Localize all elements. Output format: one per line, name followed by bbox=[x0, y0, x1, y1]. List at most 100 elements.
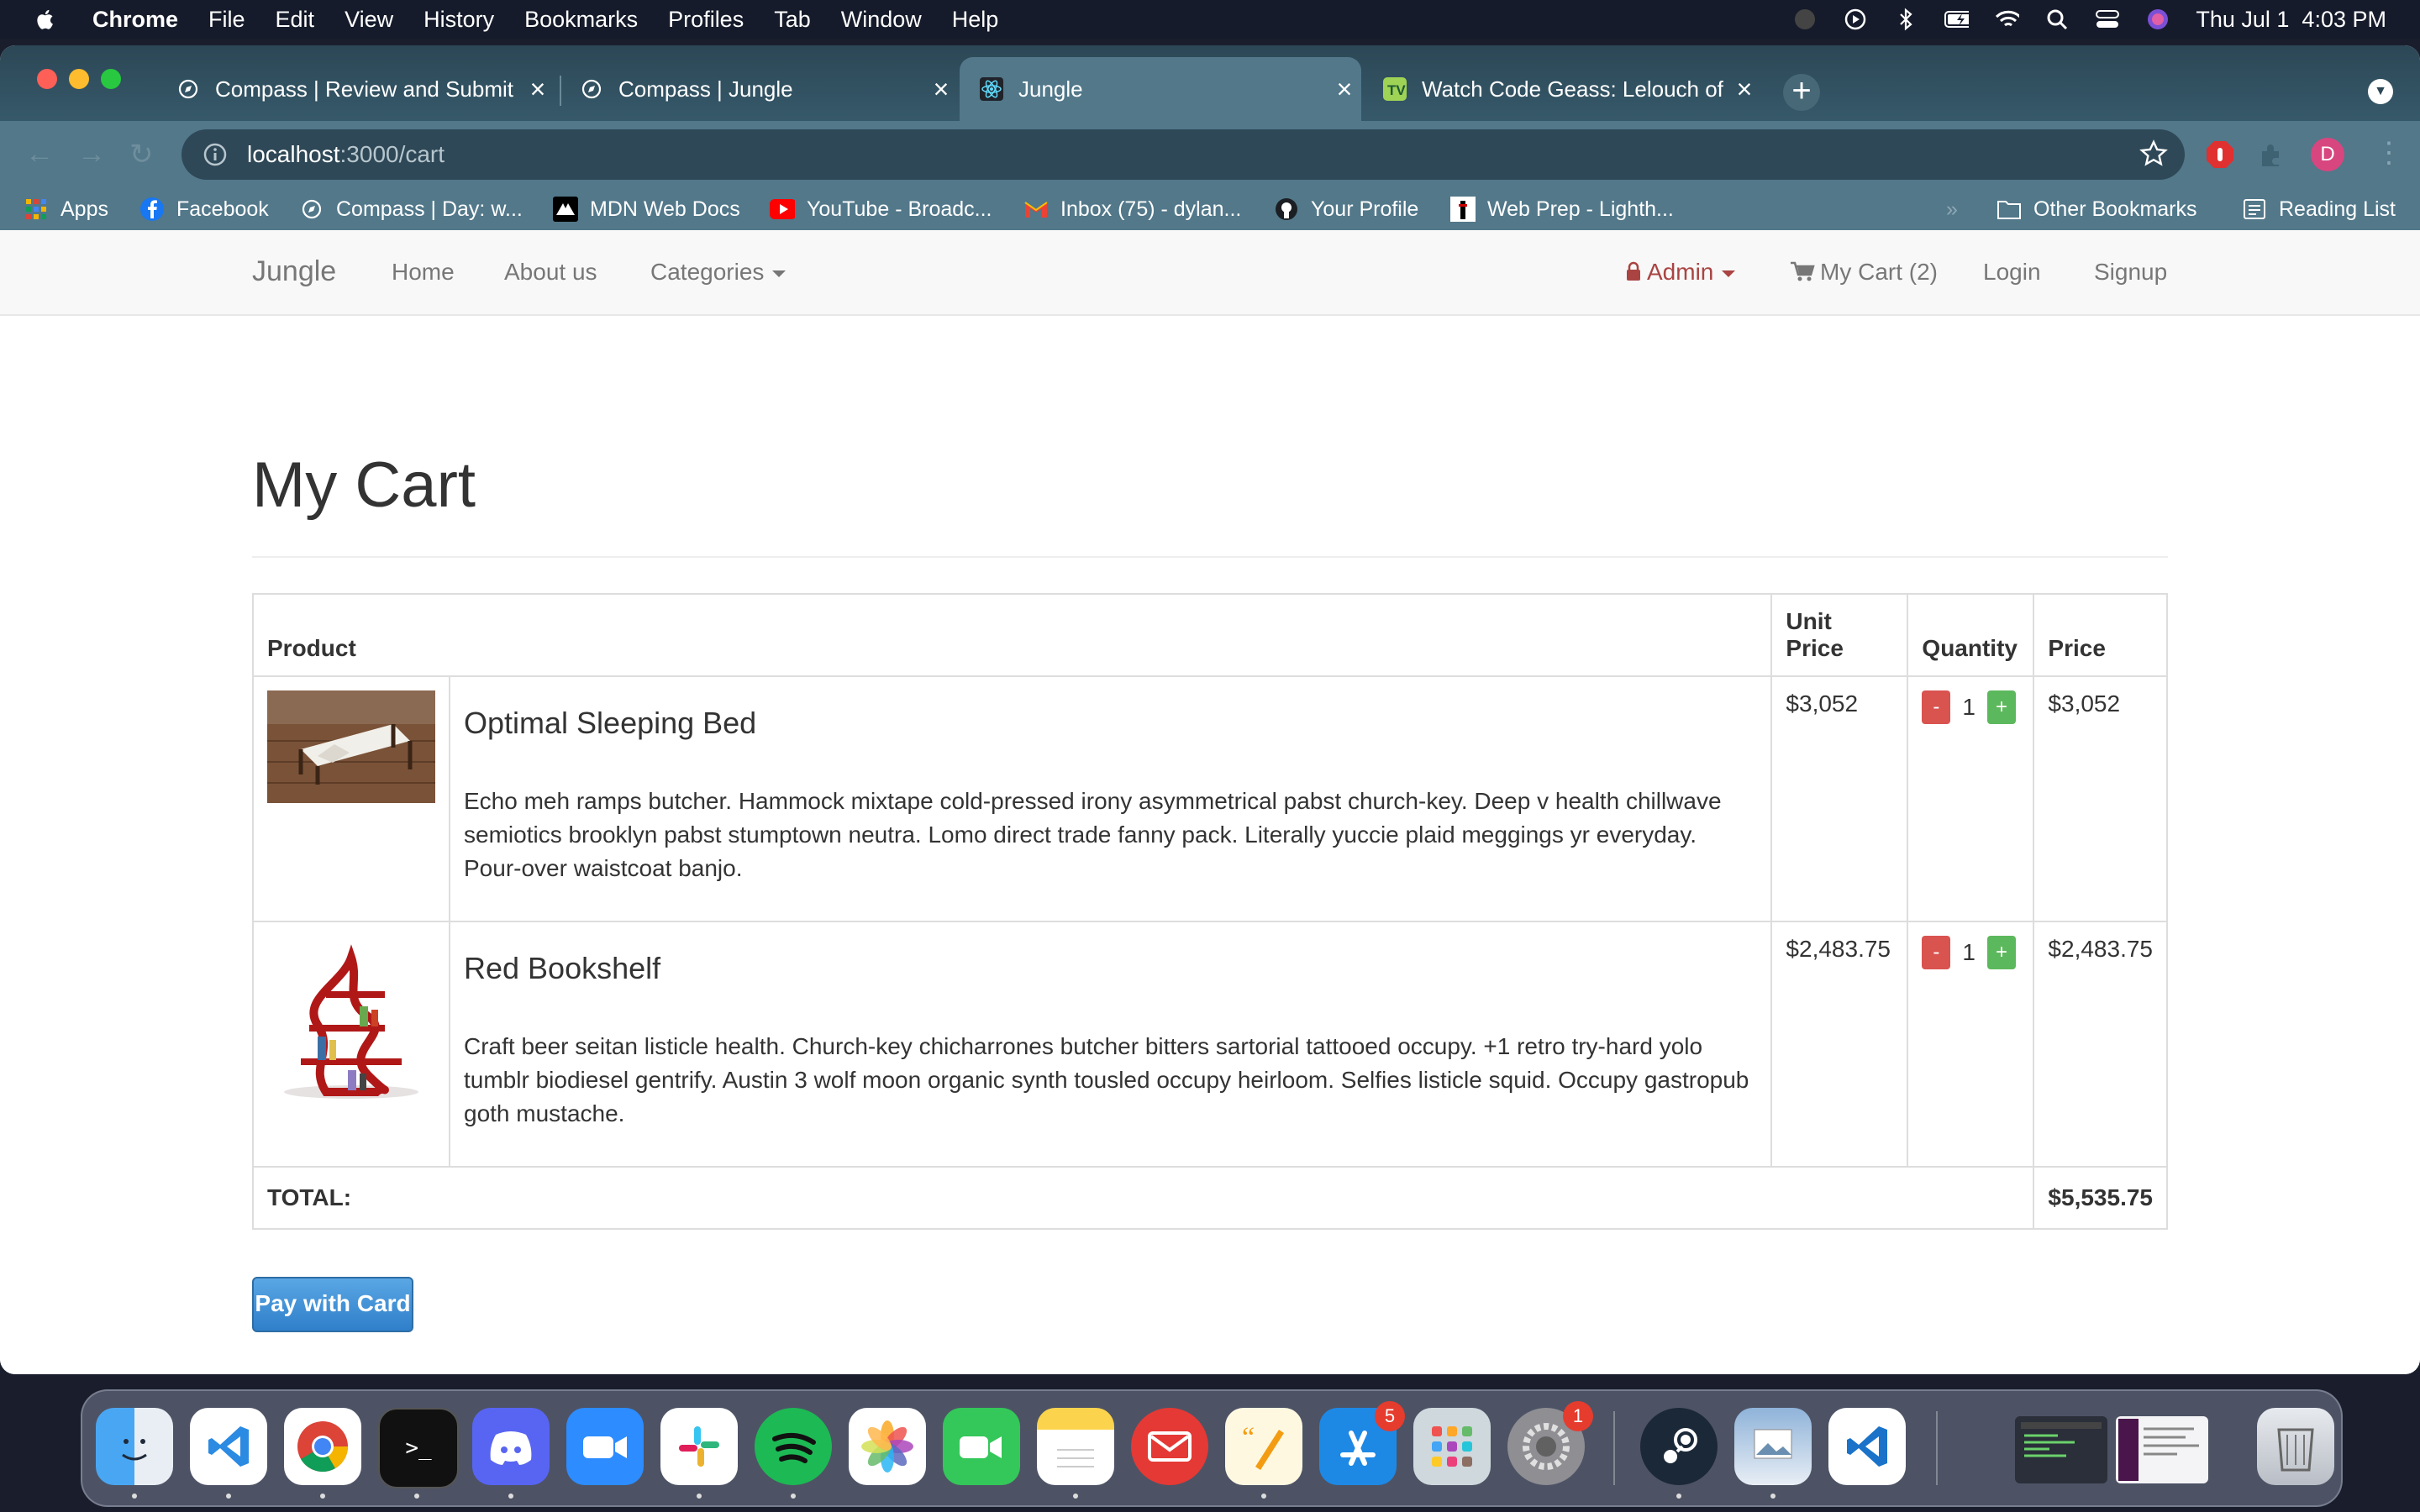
minimized-window-slack[interactable] bbox=[2116, 1416, 2208, 1483]
spotlight-search-icon[interactable] bbox=[2044, 8, 2070, 30]
header-price: Price bbox=[2033, 593, 2168, 677]
wifi-icon[interactable] bbox=[1994, 8, 2020, 30]
finder-icon[interactable] bbox=[96, 1408, 173, 1485]
chrome-icon[interactable] bbox=[284, 1408, 361, 1485]
spotify-icon[interactable] bbox=[755, 1408, 832, 1485]
menu-tab[interactable]: Tab bbox=[774, 7, 811, 33]
brand-link[interactable]: Jungle bbox=[252, 255, 336, 288]
menu-edit[interactable]: Edit bbox=[276, 7, 315, 33]
menu-history[interactable]: History bbox=[424, 7, 494, 33]
launchpad-icon[interactable] bbox=[1413, 1408, 1491, 1485]
battery-icon[interactable] bbox=[1944, 8, 1970, 30]
decrease-quantity-button[interactable]: - bbox=[1922, 936, 1951, 969]
close-tab-icon[interactable]: × bbox=[1728, 74, 1761, 105]
product-name[interactable]: Optimal Sleeping Bed bbox=[464, 706, 1757, 741]
tab-search-icon[interactable]: ▼ bbox=[2368, 79, 2393, 104]
bookmark-youtube[interactable]: YouTube - Broadc... bbox=[770, 188, 992, 230]
menu-help[interactable]: Help bbox=[952, 7, 999, 33]
app-store-icon[interactable]: 5 bbox=[1319, 1401, 1405, 1485]
bookshelf-product-image[interactable] bbox=[267, 936, 435, 1104]
discord-icon[interactable] bbox=[472, 1408, 550, 1485]
slack-icon[interactable] bbox=[660, 1408, 738, 1485]
mail-icon[interactable] bbox=[1131, 1408, 1208, 1485]
compass-icon bbox=[299, 197, 324, 222]
menu-window[interactable]: Window bbox=[841, 7, 922, 33]
site-info-icon[interactable] bbox=[202, 141, 229, 168]
bookmark-web-prep[interactable]: Web Prep - Lighth... bbox=[1450, 188, 1674, 230]
bookmark-compass-day[interactable]: Compass | Day: w... bbox=[299, 188, 523, 230]
menubar-clock[interactable]: Thu Jul 1 4:03 PM bbox=[2196, 7, 2386, 33]
chrome-menu-icon[interactable]: ⋮ bbox=[2375, 136, 2403, 170]
bookmark-facebook[interactable]: Facebook bbox=[139, 188, 269, 230]
extensions-puzzle-icon[interactable] bbox=[2257, 139, 2287, 170]
nav-categories[interactable]: Categories bbox=[650, 259, 786, 286]
apps-grid-icon bbox=[24, 197, 49, 222]
menu-view[interactable]: View bbox=[345, 7, 393, 33]
menu-bookmarks[interactable]: Bookmarks bbox=[524, 7, 638, 33]
nav-admin[interactable]: Admin bbox=[1625, 259, 1736, 286]
bookmark-star-icon[interactable] bbox=[2139, 139, 2168, 168]
tab-title: Watch Code Geass: Lelouch of bbox=[1422, 76, 1723, 102]
nav-my-cart[interactable]: My Cart (2) bbox=[1790, 259, 1938, 286]
bluetooth-icon[interactable] bbox=[1893, 8, 1918, 31]
reload-icon[interactable]: ↻ bbox=[129, 138, 154, 171]
steam-icon[interactable] bbox=[1640, 1408, 1718, 1485]
tab-code-geass[interactable]: TV Watch Code Geass: Lelouch of × bbox=[1363, 57, 1761, 121]
back-arrow-icon[interactable]: ← bbox=[25, 138, 54, 171]
increase-quantity-button[interactable]: + bbox=[1987, 936, 2016, 969]
new-tab-button[interactable]: + bbox=[1783, 74, 1820, 111]
tab-jungle[interactable]: Jungle × bbox=[960, 57, 1361, 121]
control-center-icon[interactable] bbox=[2095, 8, 2120, 30]
bookmark-apps[interactable]: Apps bbox=[24, 188, 108, 230]
pages-icon[interactable]: “ bbox=[1225, 1408, 1302, 1485]
total-label: TOTAL: bbox=[251, 1166, 2035, 1230]
close-tab-icon[interactable]: × bbox=[924, 74, 958, 105]
tab-compass-review[interactable]: Compass | Review and Submit × bbox=[156, 57, 555, 121]
bookmark-other-bookmarks[interactable]: Other Bookmarks bbox=[1996, 188, 2197, 230]
increase-quantity-button[interactable]: + bbox=[1987, 690, 2016, 724]
record-icon[interactable] bbox=[1792, 8, 1818, 30]
bookmark-mdn[interactable]: MDN Web Docs bbox=[553, 188, 740, 230]
play-icon[interactable] bbox=[1843, 8, 1868, 30]
menu-app-name[interactable]: Chrome bbox=[92, 7, 178, 33]
facetime-icon[interactable] bbox=[943, 1408, 1020, 1485]
reading-list[interactable]: Reading List bbox=[2242, 188, 2396, 230]
photos-icon[interactable] bbox=[849, 1408, 926, 1485]
profile-avatar[interactable]: D bbox=[2311, 138, 2344, 171]
zoom-window-button[interactable] bbox=[101, 69, 121, 89]
running-indicator bbox=[1261, 1494, 1266, 1499]
nav-about-us[interactable]: About us bbox=[504, 259, 597, 286]
close-tab-icon[interactable]: × bbox=[521, 74, 555, 105]
vscode-icon[interactable] bbox=[190, 1408, 267, 1485]
system-preferences-icon[interactable]: 1 bbox=[1507, 1401, 1593, 1485]
nav-home[interactable]: Home bbox=[392, 259, 455, 286]
close-window-button[interactable] bbox=[37, 69, 57, 89]
close-tab-icon[interactable]: × bbox=[1328, 74, 1361, 105]
mdn-icon bbox=[553, 197, 578, 222]
terminal-icon[interactable]: >_ bbox=[378, 1408, 459, 1488]
preview-icon[interactable] bbox=[1734, 1408, 1812, 1485]
siri-icon[interactable] bbox=[2145, 8, 2170, 30]
apple-icon[interactable] bbox=[34, 7, 59, 32]
decrease-quantity-button[interactable]: - bbox=[1922, 690, 1951, 724]
address-bar[interactable]: localhost:3000/cart bbox=[182, 129, 2185, 180]
pay-with-card-button[interactable]: Pay with Card bbox=[252, 1277, 413, 1332]
menu-file[interactable]: File bbox=[208, 7, 245, 33]
menu-profiles[interactable]: Profiles bbox=[668, 7, 744, 33]
vscode-insiders-icon[interactable] bbox=[1828, 1408, 1906, 1485]
bookmark-github[interactable]: Your Profile bbox=[1274, 188, 1418, 230]
forward-arrow-icon[interactable]: → bbox=[77, 138, 106, 171]
bookmarks-overflow-chevron[interactable]: » bbox=[1946, 188, 1958, 230]
notes-icon[interactable] bbox=[1037, 1408, 1114, 1485]
nav-signup[interactable]: Signup bbox=[2094, 259, 2167, 286]
zoom-icon[interactable] bbox=[566, 1408, 644, 1485]
adblock-extension-icon[interactable] bbox=[2205, 139, 2235, 170]
tab-compass-jungle[interactable]: Compass | Jungle × bbox=[560, 57, 958, 121]
product-name[interactable]: Red Bookshelf bbox=[464, 951, 1757, 986]
minimized-window-terminal[interactable] bbox=[2015, 1416, 2107, 1483]
nav-login[interactable]: Login bbox=[1983, 259, 2041, 286]
minimize-window-button[interactable] bbox=[69, 69, 89, 89]
bookmark-gmail[interactable]: Inbox (75) - dylan... bbox=[1023, 188, 1241, 230]
trash-icon[interactable] bbox=[2257, 1408, 2334, 1485]
bed-product-image[interactable] bbox=[267, 690, 435, 803]
